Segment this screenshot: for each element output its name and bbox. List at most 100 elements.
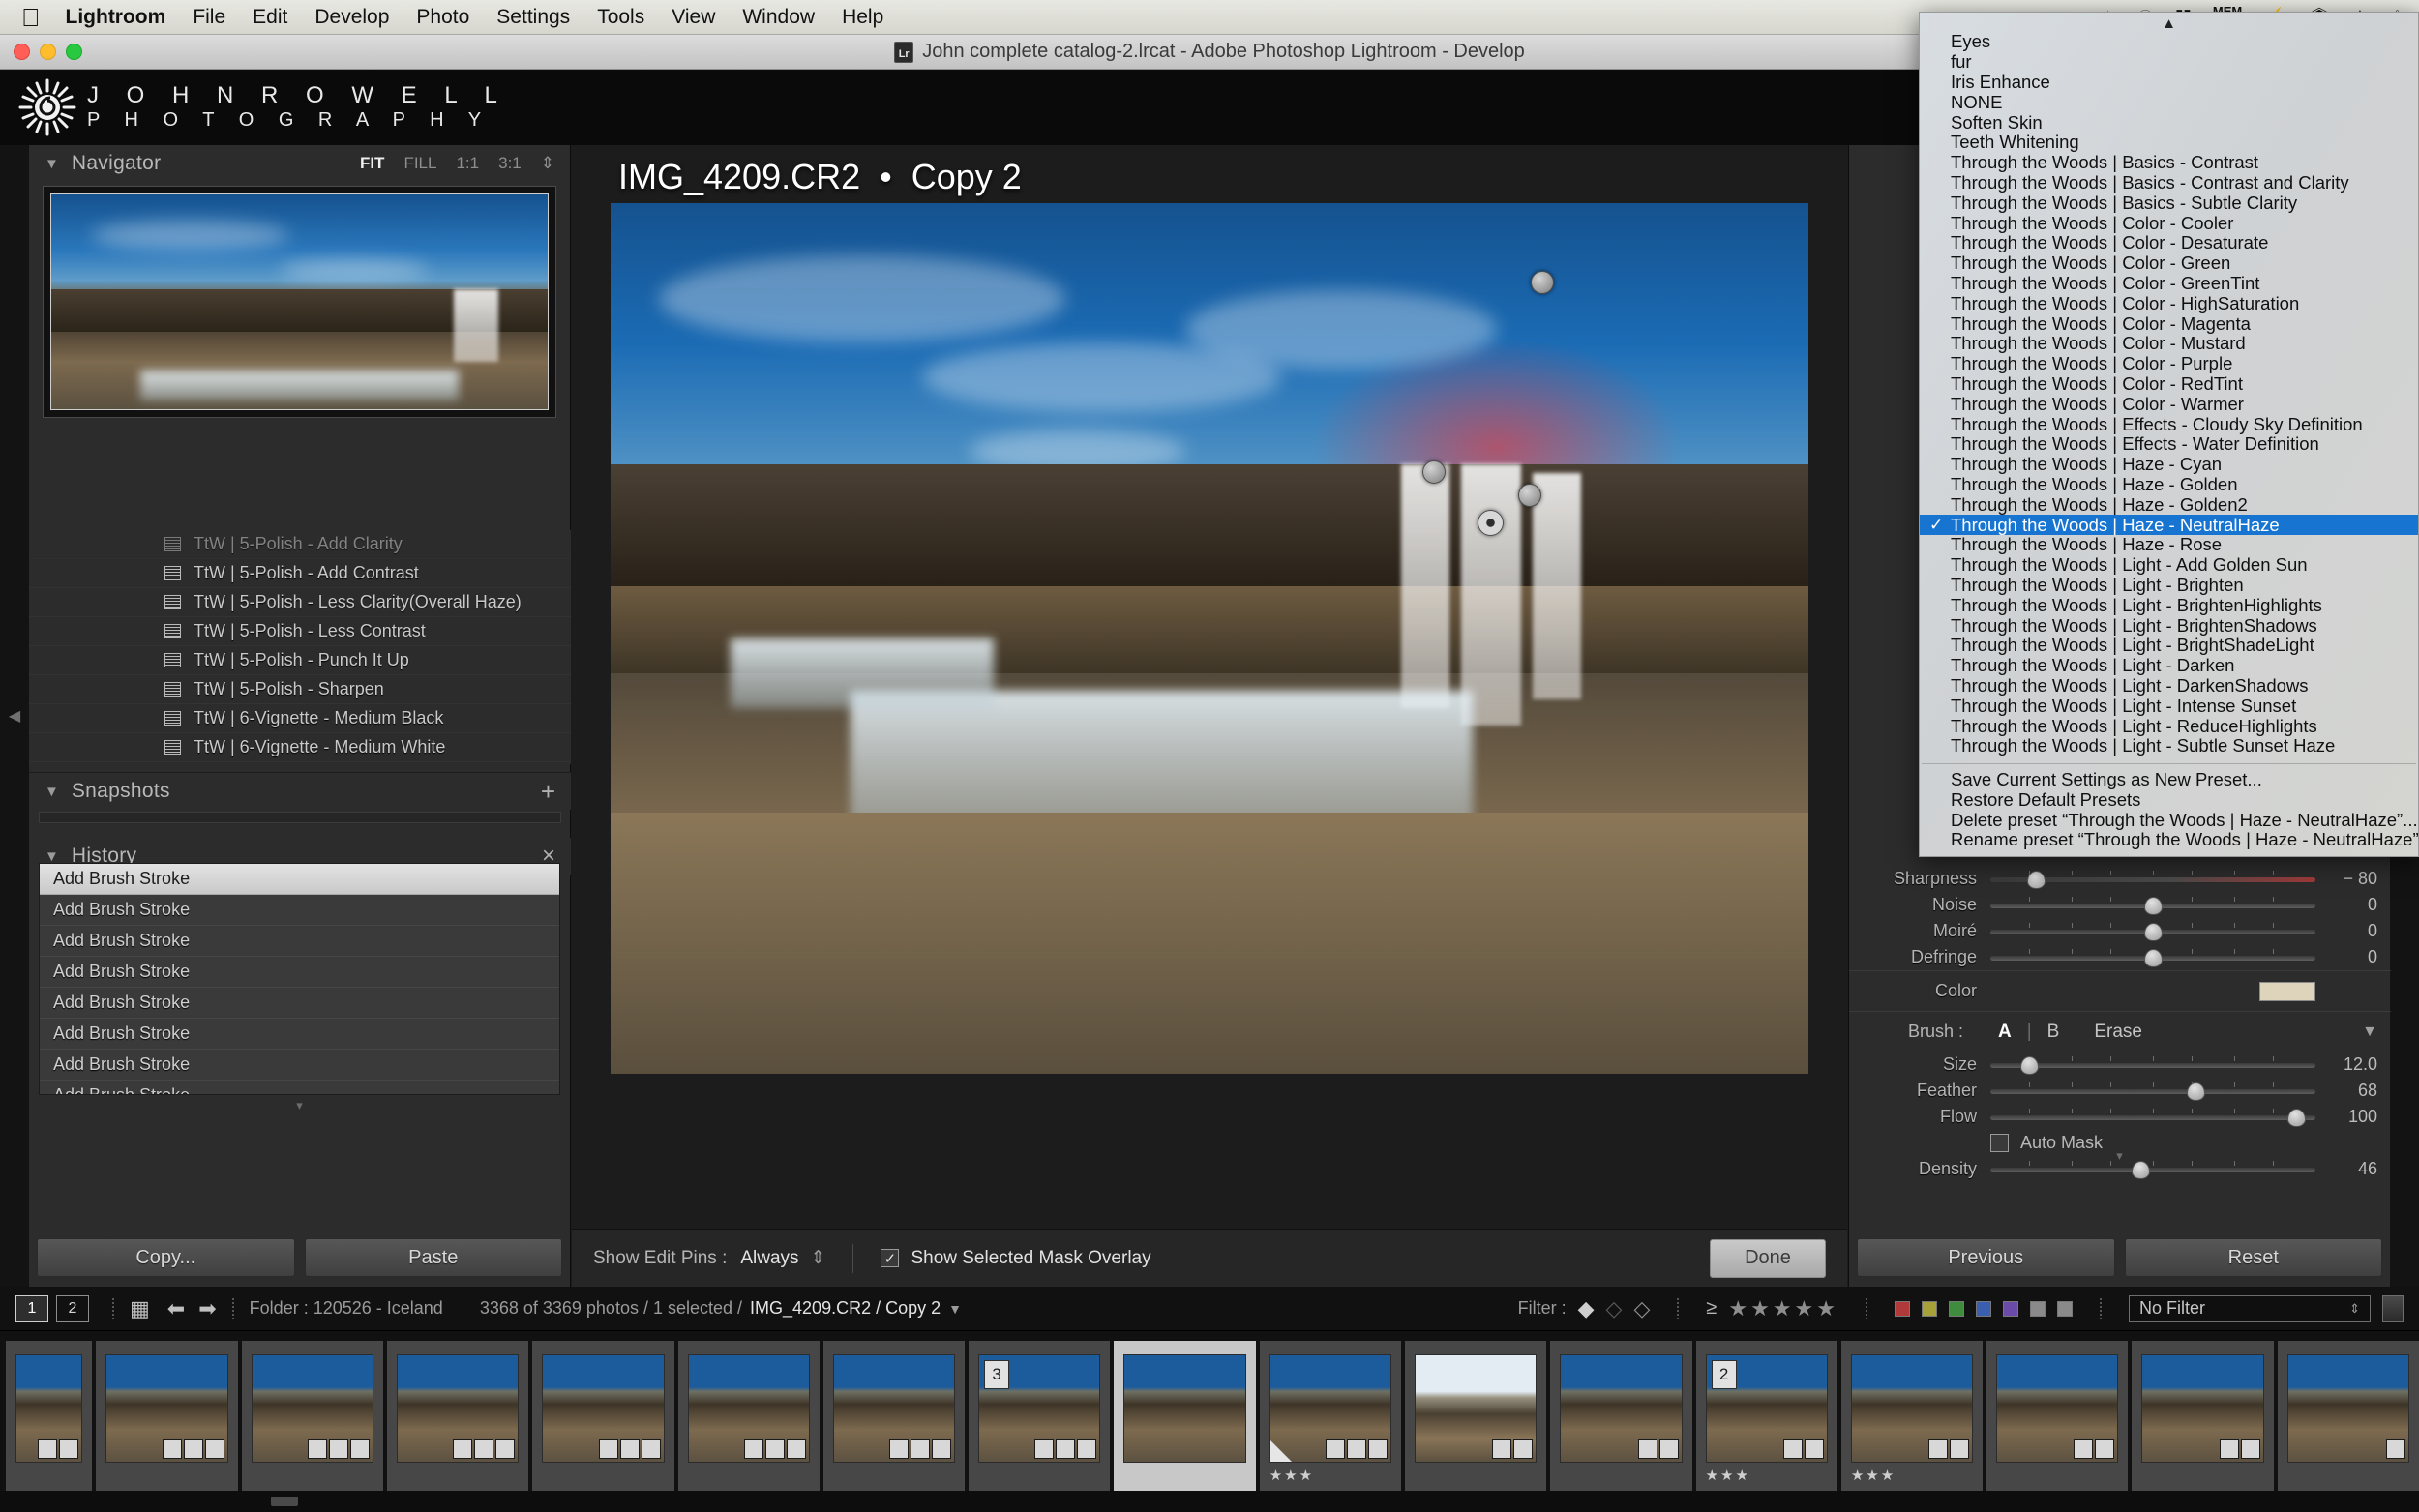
preset-item[interactable]: TtW | 6-Vignette - Strong Black xyxy=(29,762,571,764)
filmstrip-thumbnail[interactable] xyxy=(1550,1341,1692,1496)
menu-option[interactable]: Through the Woods | Color - GreenTint xyxy=(1920,273,2418,294)
menu-option[interactable]: Through the Woods | Color - Purple xyxy=(1920,353,2418,374)
zoom-fit[interactable]: FIT xyxy=(360,154,385,173)
filmstrip-thumbnail[interactable] xyxy=(96,1341,238,1496)
menu-option[interactable]: Through the Woods | Color - Magenta xyxy=(1920,313,2418,334)
show-edit-pins-stepper-icon[interactable]: ⇕ xyxy=(811,1247,826,1269)
slider-knob[interactable] xyxy=(2186,1082,2205,1101)
menu-item-window[interactable]: Window xyxy=(742,6,815,29)
done-button[interactable]: Done xyxy=(1710,1238,1826,1278)
thumbnail-rating[interactable]: ★★★ xyxy=(1706,1467,1828,1484)
filmstrip-thumbnail[interactable] xyxy=(677,1341,820,1496)
menu-option[interactable]: Through the Woods | Light - DarkenShadow… xyxy=(1920,675,2418,697)
menu-option[interactable]: Teeth Whitening xyxy=(1920,132,2418,153)
menu-option[interactable]: Through the Woods | Effects - Water Defi… xyxy=(1920,433,2418,455)
apple-icon[interactable]:  xyxy=(21,5,41,30)
slider-sharpness[interactable]: Sharpness − 80 xyxy=(1849,866,2391,892)
slider-track[interactable] xyxy=(1990,922,2315,941)
slider-knob[interactable] xyxy=(2144,896,2163,915)
chevron-down-icon[interactable]: ▼ xyxy=(45,848,59,865)
preset-item[interactable]: TtW | 5-Polish - Less Clarity(Overall Ha… xyxy=(29,588,571,617)
minimize-button[interactable] xyxy=(40,44,56,60)
history-item[interactable]: Add Brush Stroke xyxy=(40,1081,559,1094)
menu-action-restore-defaults[interactable]: Restore Default Presets xyxy=(1920,789,2418,810)
rating-stars[interactable]: ★★★★★ xyxy=(1728,1296,1838,1321)
history-item[interactable]: Add Brush Stroke xyxy=(40,988,559,1019)
photo-image[interactable] xyxy=(611,203,1808,1074)
flag-unflagged-icon[interactable]: ◇ xyxy=(1606,1296,1623,1321)
preset-item[interactable]: TtW | 6-Vignette - Medium White xyxy=(29,733,571,762)
history-list[interactable]: Add Brush Stroke Add Brush Stroke Add Br… xyxy=(39,863,560,1095)
studio-logo[interactable]: J O H N R O W E L L P H O T O G R A P H … xyxy=(17,77,508,137)
filmstrip-thumbnail-selected[interactable] xyxy=(1114,1341,1256,1496)
menu-option[interactable]: Soften Skin xyxy=(1920,112,2418,133)
menu-action-save-preset[interactable]: Save Current Settings as New Preset... xyxy=(1920,769,2418,790)
filmstrip-thumbnail[interactable] xyxy=(241,1341,384,1496)
left-panel-toggle[interactable]: ◀ xyxy=(0,145,29,1287)
preset-item[interactable]: TtW | 6-Vignette - Medium Black xyxy=(29,704,571,733)
filmstrip-thumbnail[interactable]: ★★★ xyxy=(1840,1341,1984,1496)
zoom-3-1[interactable]: 3:1 xyxy=(498,154,522,173)
filmstrip-thumbnail[interactable]: ★★★ xyxy=(1259,1341,1401,1496)
color-label-purple[interactable] xyxy=(2003,1300,2018,1317)
reset-button[interactable]: Reset xyxy=(2124,1238,2382,1277)
history-item[interactable]: Add Brush Stroke xyxy=(40,1050,559,1081)
thumbnail-rating[interactable]: ★★★ xyxy=(1269,1467,1391,1484)
maximize-button[interactable] xyxy=(66,44,82,60)
slider-knob[interactable] xyxy=(2027,870,2046,889)
menu-option[interactable]: Through the Woods | Light - BrightenShad… xyxy=(1920,615,2418,636)
menu-item-help[interactable]: Help xyxy=(842,6,883,29)
close-button[interactable] xyxy=(14,44,30,60)
slider-flow[interactable]: Flow 100 xyxy=(1849,1104,2391,1130)
right-panel-grip[interactable]: ▾ xyxy=(1849,1149,2390,1162)
edit-pin[interactable] xyxy=(1530,271,1554,295)
filmstrip-thumbnails[interactable]: 3 ★★★ 2 ★★★ ★★★ xyxy=(0,1331,2419,1512)
filmstrip-thumbnail[interactable] xyxy=(2277,1341,2419,1496)
slider-track[interactable] xyxy=(1990,896,2315,915)
menu-option[interactable]: Through the Woods | Color - Green xyxy=(1920,252,2418,274)
chevron-down-icon[interactable]: ▼ xyxy=(2362,1023,2377,1041)
slider-track[interactable] xyxy=(1990,870,2315,889)
menu-action-delete-preset[interactable]: Delete preset “Through the Woods | Haze … xyxy=(1920,810,2418,830)
filmstrip-thumbnail[interactable]: 3 xyxy=(969,1341,1111,1496)
menu-option[interactable]: fur xyxy=(1920,51,2418,73)
history-item[interactable]: Add Brush Stroke xyxy=(40,1019,559,1050)
grid-icon[interactable]: ▦ xyxy=(130,1296,150,1321)
menu-item-lightroom[interactable]: Lightroom xyxy=(66,6,166,29)
navigator-preview[interactable] xyxy=(43,186,556,418)
filmstrip-thumbnail[interactable] xyxy=(1986,1341,2129,1496)
slider-knob[interactable] xyxy=(2131,1160,2150,1179)
preset-item[interactable]: TtW | 5-Polish - Less Contrast xyxy=(29,617,571,646)
menu-option[interactable]: Through the Woods | Haze - Cyan xyxy=(1920,454,2418,475)
slider-noise[interactable]: Noise 0 xyxy=(1849,892,2391,918)
menu-option[interactable]: Through the Woods | Haze - Golden xyxy=(1920,474,2418,495)
filter-preset-select[interactable]: No Filter ⇕ xyxy=(2129,1294,2371,1322)
selected-photo-label[interactable]: IMG_4209.CR2 / Copy 2 xyxy=(750,1298,941,1319)
menu-option[interactable]: Through the Woods | Color - Warmer xyxy=(1920,394,2418,414)
rating-operator[interactable]: ≥ xyxy=(1706,1297,1717,1319)
menu-item-tools[interactable]: Tools xyxy=(597,6,644,29)
preset-item[interactable]: TtW | 5-Polish - Add Contrast xyxy=(29,559,571,588)
slider-size[interactable]: Size 12.0 xyxy=(1849,1052,2391,1078)
add-snapshot-button[interactable]: + xyxy=(541,777,555,807)
snapshots-header[interactable]: ▼ Snapshots + xyxy=(29,773,571,810)
zoom-fill[interactable]: FILL xyxy=(403,154,436,173)
preset-item[interactable]: TtW | 5-Polish - Sharpen xyxy=(29,675,571,704)
color-label-custom[interactable] xyxy=(2057,1300,2073,1317)
menu-option[interactable]: Through the Woods | Haze - Rose xyxy=(1920,534,2418,555)
preset-item[interactable]: TtW | 5-Polish - Punch It Up xyxy=(29,646,571,675)
menu-item-file[interactable]: File xyxy=(193,6,225,29)
filter-toggle-button[interactable] xyxy=(2382,1294,2404,1322)
filmstrip-thumbnail[interactable] xyxy=(6,1341,93,1496)
photo-container[interactable]: IMG_4209.CR2 • Copy 2 27/05/12 2:50:06 p… xyxy=(611,157,1808,1074)
slider-feather[interactable]: Feather 68 xyxy=(1849,1078,2391,1104)
menu-option[interactable]: Through the Woods | Light - Add Golden S… xyxy=(1920,554,2418,576)
menu-option[interactable]: Eyes xyxy=(1920,31,2418,52)
folder-label[interactable]: Folder : 120526 - Iceland xyxy=(250,1298,443,1319)
menu-item-photo[interactable]: Photo xyxy=(416,6,469,29)
filmstrip-thumbnail[interactable] xyxy=(387,1341,529,1496)
navigator-header[interactable]: ▼ Navigator FIT FILL 1:1 3:1 ⇕ xyxy=(29,145,570,182)
history-item[interactable]: Add Brush Stroke xyxy=(40,926,559,957)
color-label-yellow[interactable] xyxy=(1922,1300,1937,1317)
preset-dropdown-menu[interactable]: ▲ Eyes fur Iris Enhance NONE Soften Skin… xyxy=(1919,12,2419,857)
